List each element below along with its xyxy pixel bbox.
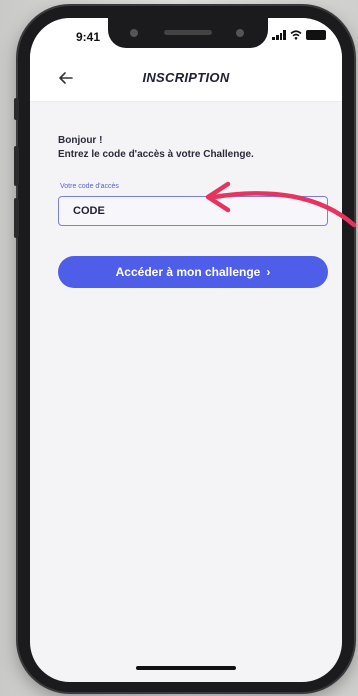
greeting-text: Bonjour ! Entrez le code d'accès à votre… xyxy=(58,134,254,162)
app-header: INSCRIPTION xyxy=(30,54,342,102)
silent-switch xyxy=(14,98,19,120)
chevron-right-icon: › xyxy=(266,265,271,279)
status-icons xyxy=(272,30,326,40)
greeting-line-1: Bonjour ! xyxy=(58,135,103,146)
notch xyxy=(108,18,268,48)
access-challenge-button[interactable]: Accéder à mon challenge › xyxy=(58,256,328,288)
camera-icon xyxy=(130,29,138,37)
battery-icon xyxy=(306,30,326,40)
sensor-icon xyxy=(236,29,244,37)
volume-down-button xyxy=(14,198,19,238)
access-code-input[interactable] xyxy=(58,196,328,226)
access-challenge-label: Accéder à mon challenge xyxy=(115,265,261,279)
status-bar: 9:41 xyxy=(30,18,342,54)
volume-up-button xyxy=(14,146,19,186)
status-time: 9:41 xyxy=(76,30,101,44)
wifi-icon xyxy=(290,30,302,40)
greeting-line-2: Entrez le code d'accès à votre Challenge… xyxy=(58,149,254,160)
home-indicator xyxy=(136,666,236,670)
signal-icon xyxy=(272,30,286,40)
code-field-label: Votre code d'accès xyxy=(60,183,119,190)
speaker-grille xyxy=(164,30,212,35)
page-title: INSCRIPTION xyxy=(142,70,230,85)
phone-screen: 9:41 INSCRIPTION Bonjour ! Entrez le cod… xyxy=(30,18,342,682)
